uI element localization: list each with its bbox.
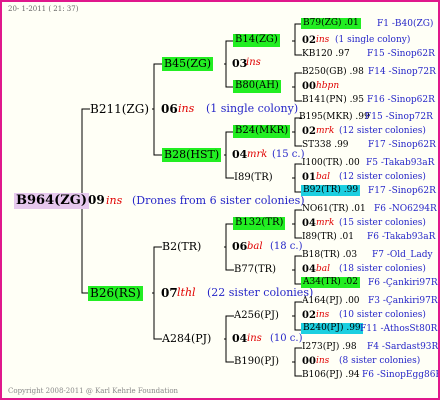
gen4-left: ST338 .99 (302, 140, 349, 150)
gen4-year: 02 (302, 35, 316, 46)
gen4-right: F6 -Çankiri97R (368, 278, 438, 288)
gen4-year: 04 (302, 218, 316, 229)
gen4-right: F15 -Sinop62R (367, 49, 435, 59)
gen4-left: B240(PJ) .99 (301, 323, 363, 335)
gen2-breeder-1: ins (246, 57, 261, 68)
gen4-note: (15 sister colonies) (339, 218, 426, 228)
gen4-right: F17 -Sinop62R (368, 140, 436, 150)
gen4-right: F15 -Sinop72R (365, 112, 433, 122)
gen4-left: KB120 .97 (302, 49, 350, 59)
root-year: 09 (88, 193, 105, 207)
root-colony: B964(ZG) (14, 193, 90, 209)
gen2-colony-4: A284(PJ) (162, 332, 212, 345)
gen3-colony-7: A256(PJ) (234, 310, 279, 321)
gen4-right: F16 -Sinop62R (367, 95, 435, 105)
gen4-breeder: ins (316, 356, 330, 366)
gen4-note: (12 sister colonies) (339, 126, 426, 136)
gen4-breeder: bal (316, 264, 331, 274)
gen2-colony-3: B2(TR) (162, 240, 202, 253)
gen2-breeder-2: mrk (247, 149, 268, 160)
gen3-colony-5: B132(TR) (233, 217, 286, 230)
gen2-note-2: (15 c.) (272, 149, 305, 160)
gen4-year: 00 (302, 356, 316, 367)
gen4-breeder: bal (316, 172, 331, 182)
gen4-left: I89(TR) .01 (302, 232, 354, 242)
gen4-breeder: ins (316, 35, 330, 45)
gen4-left: A34(TR) .02 (301, 277, 360, 289)
gen4-year: 04 (302, 264, 316, 275)
gen4-right: F1 -B40(ZG) (377, 19, 434, 29)
gen2-year-2: 04 (232, 148, 248, 161)
gen2-colony-2: B28(HST) (162, 148, 222, 162)
gen4-left: A164(PJ) .00 (302, 296, 360, 306)
gen4-left: B106(PJ) .94 (302, 370, 360, 380)
gen2-breeder-3: bal (247, 241, 263, 252)
gen2-breeder-4: ins (247, 333, 262, 344)
gen4-right: F6 -NO6294R (374, 204, 437, 214)
gen2-year-4: 04 (232, 332, 248, 345)
gen4-right: F6 -Takab93aR (367, 232, 436, 242)
dam-year: 07 (161, 286, 178, 300)
gen4-left: B195(MKR) .99 (299, 112, 370, 122)
gen2-year-3: 06 (232, 240, 248, 253)
gen4-breeder: hbpn (316, 81, 340, 91)
pedigree-chart: 20- 1-2011 ( 21: 37) B964(ZG) 09 ins (Dr… (0, 0, 440, 400)
gen4-year: 02 (302, 126, 316, 137)
gen4-note: (8 sister colonies) (339, 356, 421, 366)
gen4-right: F11 -AthosSt80R (360, 324, 438, 334)
gen4-left: B18(TR) .03 (302, 250, 358, 260)
gen4-year: 01 (302, 172, 316, 183)
gen4-left: B141(PN) .95 (302, 95, 364, 105)
gen4-breeder: mrk (316, 126, 335, 136)
gen2-colony-1: B45(ZG) (162, 57, 214, 71)
sire-colony: B211(ZG) (90, 102, 150, 116)
gen3-colony-4: I89(TR) (234, 172, 273, 183)
sire-year: 06 (161, 102, 178, 116)
gen4-right: F17 -Sinop62R (368, 186, 436, 196)
gen4-left: NO61(TR) .01 (302, 204, 366, 214)
gen4-breeder: mrk (316, 218, 335, 228)
gen4-left: B250(GB) .98 (302, 67, 364, 77)
gen4-left: B92(TR) .99 (301, 185, 361, 197)
gen3-colony-1: B14(ZG) (233, 34, 280, 47)
gen4-right: F7 -Old_Lady (372, 250, 433, 260)
gen4-left: I273(PJ) .98 (302, 342, 357, 352)
gen3-colony-2: B80(AH) (233, 80, 281, 93)
gen3-colony-6: B77(TR) (234, 264, 277, 275)
dam-colony: B26(RS) (88, 286, 143, 301)
sire-note: (1 single colony) (206, 102, 299, 115)
gen4-right: F14 -Sinop72R (368, 67, 436, 77)
gen2-note-3: (18 c.) (270, 241, 303, 252)
gen4-right: F5 -Takab93aR (366, 158, 435, 168)
gen4-left: I100(TR) .00 (302, 158, 360, 168)
gen4-note: (1 single colony) (335, 35, 411, 45)
root-breeder: ins (106, 194, 123, 207)
root-note: (Drones from 6 sister colonies) (132, 194, 305, 207)
dam-note: (22 sister colonies) (207, 286, 314, 299)
gen4-note: (18 sister colonies) (339, 264, 426, 274)
sire-breeder: ins (178, 102, 195, 115)
gen4-right: F4 -Sardast93R (367, 342, 439, 352)
copyright-text: Copyright 2008-2011 @ Karl Kehrle Founda… (8, 387, 179, 395)
gen4-year: 02 (302, 310, 316, 321)
gen4-right: F3 -Çankiri97R (368, 296, 438, 306)
gen4-note: (12 sister colonies) (339, 172, 426, 182)
gen4-breeder: ins (316, 310, 330, 320)
gen2-note-4: (10 c.) (270, 333, 303, 344)
gen4-right: F6 -SinopEgg86R (362, 370, 440, 380)
gen4-year: 00 (302, 81, 316, 92)
header-date: 20- 1-2011 ( 21: 37) (8, 5, 79, 13)
gen4-left: B79(ZG) .01 (301, 18, 361, 30)
gen4-note: (10 sister colonies) (339, 310, 426, 320)
dam-breeder: lthl (177, 286, 196, 299)
gen3-colony-3: B24(MKR) (233, 125, 291, 138)
gen3-colony-8: B190(PJ) (234, 356, 279, 367)
